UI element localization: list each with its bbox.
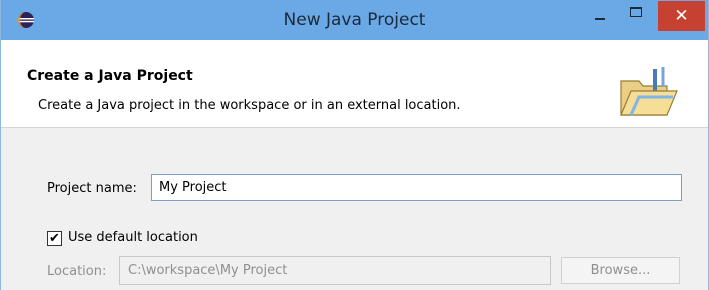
- maximize-button[interactable]: [621, 0, 653, 32]
- page-description: Create a Java project in the workspace o…: [38, 98, 461, 113]
- project-name-input[interactable]: [151, 174, 682, 201]
- checkmark-icon: ✔: [49, 231, 60, 246]
- location-input[interactable]: [119, 256, 551, 285]
- minimize-button[interactable]: [579, 0, 621, 32]
- wizard-header: Create a Java Project Create a Java proj…: [1, 40, 708, 128]
- page-title: Create a Java Project: [27, 68, 193, 84]
- title-bar[interactable]: New Java Project ✕: [1, 0, 708, 40]
- location-label: Location:: [47, 264, 107, 279]
- use-default-location-checkbox[interactable]: ✔: [47, 231, 62, 246]
- use-default-location-label[interactable]: Use default location: [68, 230, 198, 245]
- browse-button[interactable]: Browse...: [561, 257, 680, 284]
- dialog-window: New Java Project ✕ Create a Java Project…: [0, 0, 709, 290]
- form-area: Project name: ✔ Use default location Loc…: [1, 128, 708, 290]
- project-name-label: Project name:: [47, 181, 137, 196]
- java-project-folder-icon: [620, 67, 678, 116]
- close-button[interactable]: ✕: [658, 1, 705, 31]
- close-icon: ✕: [674, 6, 689, 26]
